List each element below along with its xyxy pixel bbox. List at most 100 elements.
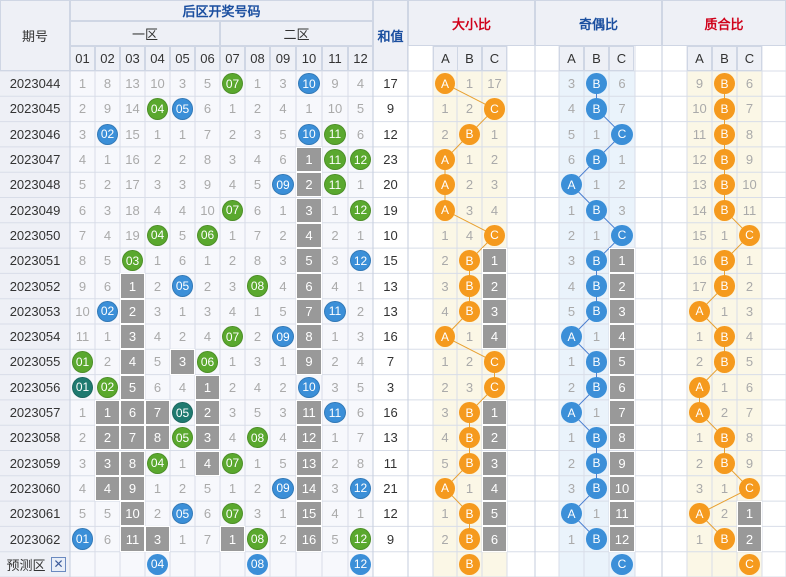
header-zone2: 二区 [220, 21, 373, 46]
omission-cell: 3 [153, 303, 162, 319]
omission-cell: 1 [279, 506, 287, 522]
omission-cell: 3 [331, 379, 339, 395]
predict-ball[interactable]: 12 [350, 553, 371, 575]
omission-cell: 10 [200, 202, 215, 218]
omission-cell: 4 [78, 152, 87, 168]
omission-cell: 1 [153, 126, 162, 142]
omission-cell: 3 [178, 177, 187, 193]
omission-cell: 1 [331, 202, 339, 218]
header-c: C [737, 46, 762, 71]
omission-cell: 4 [228, 177, 237, 193]
omission-cell: 4 [178, 202, 187, 218]
sum-cell: 20 [383, 177, 398, 193]
omission-cell: 2 [178, 152, 187, 168]
omission-cell: 8 [78, 253, 87, 269]
ratio-ball: A [561, 503, 582, 525]
sum-cell: 16 [383, 405, 398, 421]
gray-cell: 4 [195, 450, 220, 476]
ratio-ball: B [459, 123, 480, 145]
omission-cell: 17 [692, 278, 707, 294]
omission-cell: 2 [720, 506, 729, 522]
omission-cell: 16 [125, 152, 140, 168]
omission-cell: 7 [253, 227, 262, 243]
number-ball: 05 [172, 275, 193, 297]
omission-cell: 5 [567, 126, 576, 142]
period-cell: 2023050 [9, 227, 61, 243]
omission-cell: 2 [228, 379, 237, 395]
omission-cell: 7 [203, 531, 212, 547]
omission-cell: 2 [356, 303, 365, 319]
ratio-ball: C [484, 376, 505, 398]
ratio-ball: C [484, 98, 505, 120]
ratio-ball: A [435, 174, 455, 196]
omission-cell: 3 [356, 329, 365, 345]
omission-cell: 1 [78, 405, 87, 421]
header-number: 07 [220, 46, 245, 71]
number-ball: 09 [272, 477, 294, 500]
omission-cell: 3 [78, 126, 87, 142]
number-ball: 12 [350, 250, 371, 272]
gray-cell: 9 [609, 450, 635, 476]
gray-cell: 2 [296, 172, 322, 198]
close-icon[interactable]: ✕ [51, 556, 66, 572]
predict-ratio-ball[interactable]: C [611, 553, 633, 575]
period-cell: 2023044 [9, 76, 61, 92]
header-number: 06 [195, 46, 220, 71]
predict-ratio-ball[interactable]: C [739, 553, 760, 575]
omission-cell: 10 [742, 177, 757, 193]
gray-cell: 11 [120, 526, 145, 552]
omission-cell: 1 [178, 303, 187, 319]
omission-cell: 1 [228, 227, 237, 243]
number-ball: 03 [122, 250, 143, 272]
omission-cell: 2 [441, 126, 449, 142]
number-ball: 01 [72, 376, 93, 398]
omission-cell: 18 [125, 202, 140, 218]
omission-cell: 1 [331, 329, 339, 345]
omission-cell: 1 [592, 405, 601, 421]
omission-cell: 2 [78, 430, 87, 446]
ratio-ball: B [714, 326, 735, 348]
omission-cell: 6 [618, 76, 626, 92]
omission-cell: 3 [331, 253, 339, 269]
period-cell: 2023047 [9, 152, 61, 168]
ratio-ball: B [714, 123, 735, 145]
gray-cell: 3 [482, 298, 507, 324]
omission-cell: 1 [695, 329, 704, 345]
omission-cell: 5 [103, 253, 112, 269]
predict-ball[interactable]: 08 [247, 553, 268, 575]
predict-ball[interactable]: 04 [147, 553, 168, 575]
ratio-ball: B [459, 452, 480, 474]
gray-cell: 15 [296, 501, 322, 527]
omission-cell: 7 [618, 101, 626, 117]
omission-cell: 9 [203, 177, 212, 193]
omission-cell: 1 [228, 101, 237, 117]
omission-cell: 2 [720, 405, 729, 421]
number-ball: 04 [147, 224, 168, 247]
omission-cell: 2 [178, 329, 187, 345]
gray-cell: 4 [120, 349, 145, 375]
ratio-ball: B [714, 275, 735, 297]
omission-cell: 17 [125, 177, 140, 193]
number-ball: 07 [222, 326, 243, 348]
number-ball: 12 [350, 477, 371, 500]
header-odd-even-ratio: 奇偶比 [535, 0, 662, 46]
gray-cell: 1 [482, 248, 507, 274]
omission-cell: 1 [720, 303, 729, 319]
omission-cell: 3 [490, 177, 499, 193]
ratio-ball: A [435, 477, 455, 500]
header-number: 11 [322, 46, 348, 71]
gray-cell: 10 [120, 501, 145, 527]
ratio-ball: B [714, 351, 735, 373]
number-ball: 02 [97, 376, 118, 398]
omission-cell: 4 [253, 152, 262, 168]
omission-cell: 2 [178, 480, 187, 496]
omission-cell: 4 [228, 303, 237, 319]
omission-cell: 1 [695, 531, 704, 547]
number-ball: 11 [324, 174, 346, 196]
omission-cell: 1 [356, 278, 365, 294]
gray-cell: 1 [220, 526, 245, 552]
omission-cell: 2 [228, 126, 237, 142]
predict-ratio-ball[interactable]: B [459, 553, 480, 575]
omission-cell: 1 [103, 329, 112, 345]
ratio-ball: A [435, 199, 455, 221]
